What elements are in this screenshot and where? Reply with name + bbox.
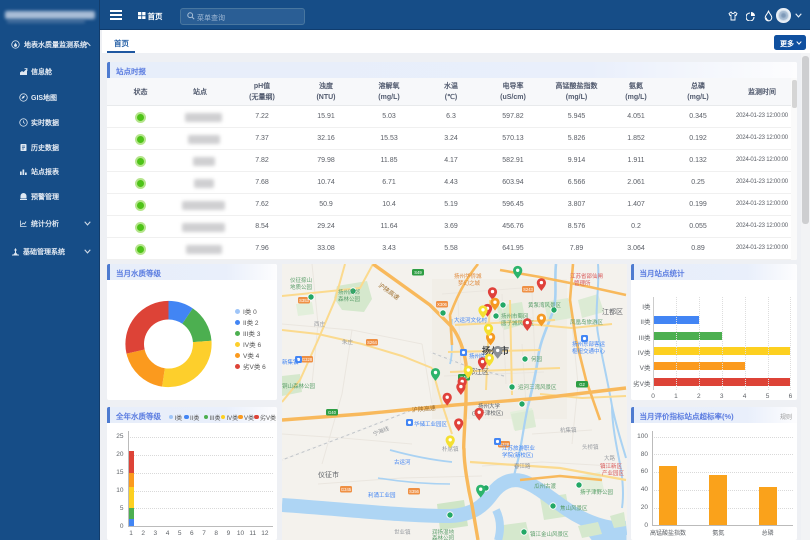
svg-text:江都区: 江都区 (602, 308, 623, 316)
svg-text:大路: 大路 (604, 454, 616, 462)
svg-text:S356: S356 (409, 489, 419, 494)
svg-text:江苏旅游职业: 江苏旅游职业 (502, 444, 536, 452)
svg-text:梦幻之城: 梦幻之城 (458, 279, 481, 287)
svg-text:利涌工业园: 利涌工业园 (368, 491, 396, 499)
svg-text:S264: S264 (367, 340, 377, 345)
svg-text:学院(新校区): 学院(新校区) (502, 451, 533, 459)
svg-text:世业镇: 世业镇 (394, 528, 411, 536)
svg-text:春江路: 春江路 (514, 462, 531, 470)
svg-text:古运河: 古运河 (394, 458, 411, 466)
svg-text:枢纽交通中心: 枢纽交通中心 (572, 347, 606, 355)
svg-text:扬州西郊: 扬州西郊 (338, 288, 361, 296)
svg-text:X306: X306 (437, 302, 447, 307)
svg-text:扬子津野公园: 扬子津野公园 (580, 488, 614, 496)
svg-text:运河三湾风景区: 运河三湾风景区 (518, 383, 557, 391)
svg-text:头桥镇: 头桥镇 (582, 443, 599, 451)
svg-text:华储工业园区: 华储工业园区 (414, 420, 448, 428)
svg-text:产业园区: 产业园区 (602, 469, 625, 477)
svg-text:G328: G328 (302, 357, 313, 362)
svg-text:森林公园: 森林公园 (338, 295, 361, 303)
svg-text:何园: 何园 (531, 355, 543, 363)
svg-text:管理所: 管理所 (574, 279, 591, 287)
svg-text:朱庄: 朱庄 (342, 338, 354, 346)
svg-text:扬州东部客运: 扬州东部客运 (572, 340, 606, 348)
svg-text:仪征市: 仪征市 (318, 470, 339, 479)
svg-text:G40: G40 (328, 410, 337, 415)
svg-text:镇江新区: 镇江新区 (600, 462, 623, 470)
svg-text:焦山风景区: 焦山风景区 (560, 504, 588, 512)
svg-text:瓜州古渡: 瓜州古渡 (534, 482, 557, 490)
svg-text:扬州市蜀冈: 扬州市蜀冈 (501, 312, 529, 320)
svg-text:黄泵湾风景区: 黄泵湾风景区 (528, 301, 562, 309)
svg-text:G345: G345 (341, 487, 352, 492)
svg-text:S49: S49 (414, 270, 422, 275)
svg-text:G2: G2 (579, 382, 585, 387)
svg-text:扬州华侨城: 扬州华侨城 (454, 272, 482, 280)
svg-text:西庄: 西庄 (314, 320, 326, 328)
svg-text:润扬湿地: 润扬湿地 (432, 528, 455, 536)
svg-text:地质公园: 地质公园 (290, 283, 313, 291)
svg-text:江苏省邵仙闸: 江苏省邵仙闸 (570, 272, 603, 280)
svg-text:新集镇: 新集镇 (282, 358, 299, 366)
svg-text:铜山森林公园: 铜山森林公园 (282, 382, 316, 390)
svg-text:杭集镇: 杭集镇 (560, 426, 577, 434)
svg-text:S243: S243 (523, 287, 533, 292)
svg-text:凤凰岛旅游区: 凤凰岛旅游区 (570, 318, 604, 326)
svg-text:仪征捺山: 仪征捺山 (290, 276, 312, 284)
svg-text:镇江金山风景区: 镇江金山风景区 (530, 530, 569, 538)
